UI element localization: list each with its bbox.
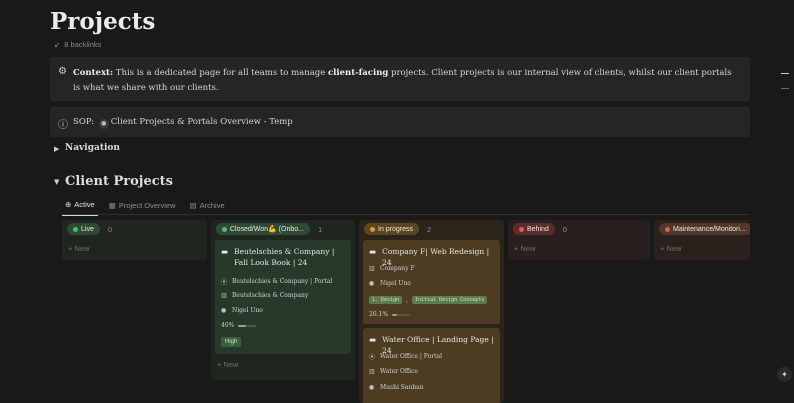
page-title: Projects [50,8,156,35]
person-icon: ● [369,384,375,391]
client-projects-heading: Client Projects [65,174,173,189]
gear-icon: ⚙ [58,66,67,77]
outline-marker[interactable] [781,73,789,74]
board-icon: ▦ [108,201,116,210]
status-badge-live[interactable]: Live [67,223,100,235]
priority-tag: High [221,337,242,347]
card-title: Beutelschies & Company | Fall Look Book … [234,247,335,267]
column-count: 0 [107,224,113,234]
sop-callout: ⓘ SOP: ● Client Projects & Portals Overvi… [50,107,750,137]
status-badge-in-progress[interactable]: In progress [364,223,420,235]
board-column-in-progress: In progress 2 ▬ Company F| Web Redesign |… [359,220,504,403]
project-card[interactable]: ▬ Beutelschies & Company | Fall Look Book… [215,240,351,354]
board-column-closed-won: Closed/Won💪 (Onbo... 1 ▬ Beutelschies & C… [211,220,355,380]
status-badge-behind[interactable]: Behind [513,223,555,235]
add-card-button[interactable]: + New [660,244,681,253]
portal-icon: ⦿ [221,279,228,286]
project-card[interactable]: ▬ Water Office | Landing Page | 24 ⦿ Water… [363,328,500,403]
board-column-maintenance: Maintenance/Monitori... + New [654,220,750,260]
context-bold: client-facing [327,68,389,78]
plus-circle-icon: ⊕ [65,200,72,209]
phase-tag: Initial Design Concepts [412,296,488,304]
backlinks-link[interactable]: ↙ 8 backlinks [54,40,101,49]
client-projects-toggle[interactable]: ▼ Client Projects [54,174,173,189]
board-column-behind: Behind 0 + New [508,220,650,260]
tab-divider [62,214,750,215]
arrow-down-left-icon: ↙ [54,40,61,49]
progress-bar [238,324,257,327]
column-count: 1 [317,224,323,234]
board-column-live: Live 0 + New [62,220,207,260]
navigation-toggle[interactable]: ▶ Navigation [54,143,120,153]
context-text-part1: This is a dedicated page for all teams t… [113,68,328,78]
phase-tag: 1. Design [369,296,403,304]
sop-label: SOP: [73,117,95,127]
add-card-button[interactable]: + New [514,244,535,253]
archive-icon: ▤ [189,201,197,210]
add-card-button[interactable]: + New [68,244,89,253]
building-icon: ▥ [369,368,375,375]
person-icon: ● [369,280,375,287]
page-link-icon: ● [98,119,109,129]
add-card-button[interactable]: + New [217,360,238,369]
ai-assistant-icon[interactable]: ✦ [777,367,792,382]
navigation-label: Navigation [65,143,120,153]
triangle-right-icon: ▶ [54,143,60,153]
column-count: 0 [562,224,567,234]
file-icon: ▬ [221,247,229,256]
context-text: Context: This is a dedicated page for al… [73,66,738,96]
context-label: Context: [73,68,114,78]
triangle-down-icon: ▼ [54,177,60,186]
sop-text: SOP: ● Client Projects & Portals Overview… [73,115,738,130]
progress-bar [392,313,411,316]
project-card[interactable]: ▬ Company F| Web Redesign | 24 ▥ Company F… [363,240,500,324]
info-icon: ⓘ [58,120,68,131]
building-icon: ▥ [221,292,227,299]
person-icon: ● [221,307,227,314]
outline-marker[interactable] [781,88,789,89]
building-icon: ▥ [369,265,375,272]
context-callout: ⚙ Context: This is a dedicated page for … [50,57,750,101]
backlinks-label: 8 backlinks [64,40,102,49]
portal-icon: ⦿ [369,354,376,361]
sop-page-link[interactable]: Client Projects & Portals Overview - Tem… [111,117,293,127]
status-badge-closed-won[interactable]: Closed/Won💪 (Onbo... [216,223,310,235]
status-badge-maintenance[interactable]: Maintenance/Monitori... [659,223,750,235]
column-count: 2 [427,224,432,234]
